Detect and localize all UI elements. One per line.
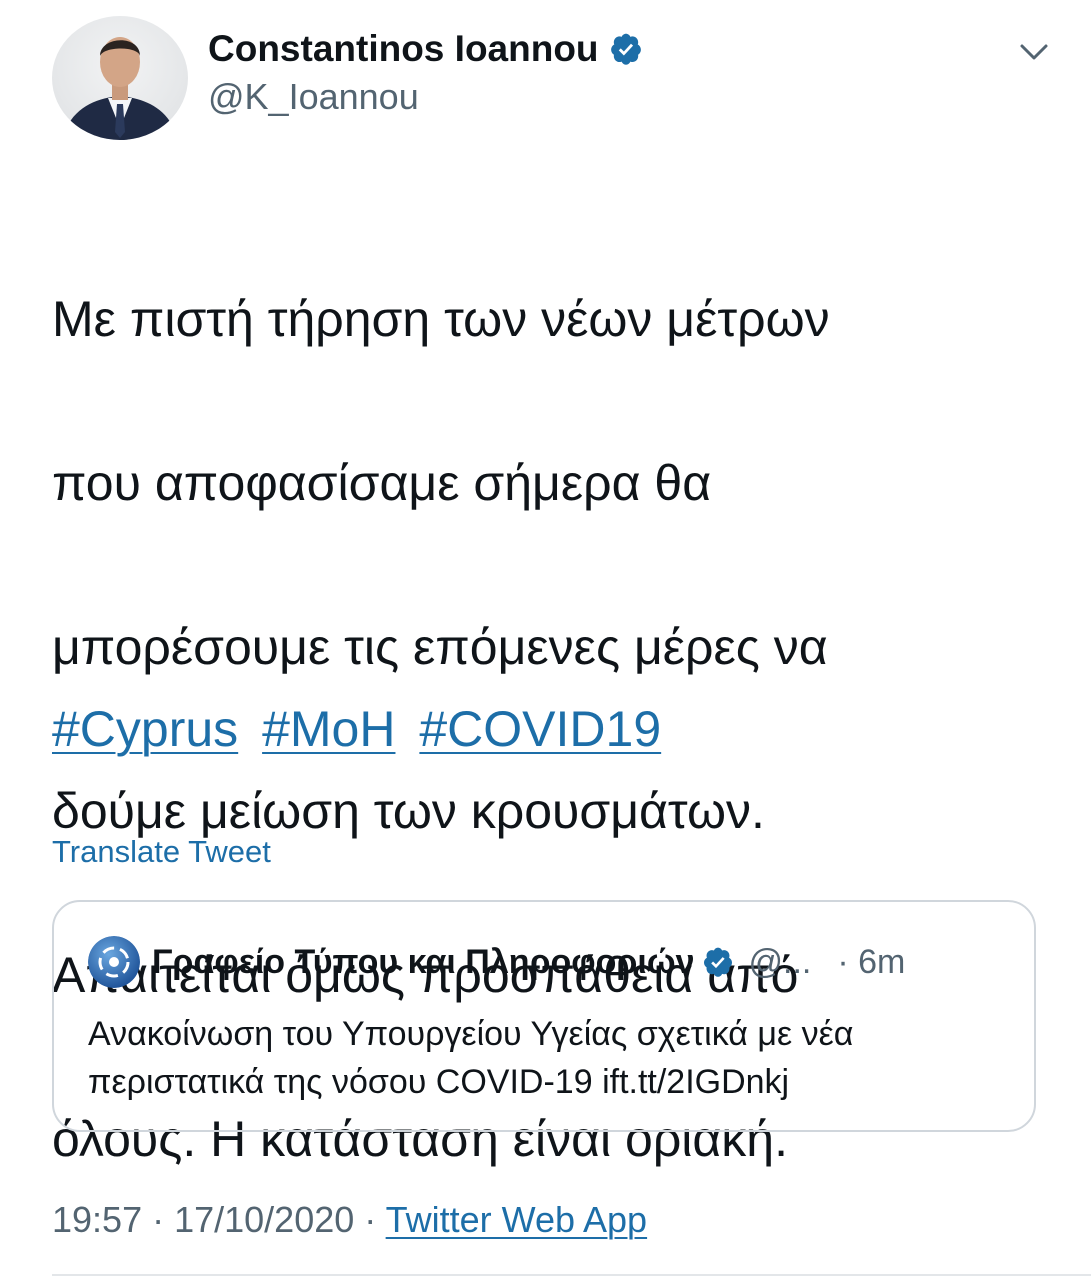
quoted-tweet-text: Ανακοίνωση του Υπουργείου Υγείας σχετικά… <box>88 1010 1018 1106</box>
tweet-line: που αποφασίσαμε σήμερα θα <box>52 455 712 511</box>
quoted-author-handle: @... <box>748 943 812 981</box>
hashtag-moh[interactable]: #MoH <box>262 701 395 757</box>
quoted-tweet-card[interactable]: Γραφείο Τύπου και Πληροφοριών @... · 6m … <box>52 900 1036 1132</box>
hashtags: #Cyprus #MoH #COVID19 <box>52 688 671 770</box>
tweet-time: 19:57 <box>52 1199 143 1240</box>
tweet-header: Constantinos Ioannou @K_Ioannou <box>52 16 1052 140</box>
meta-separator: · <box>354 1199 386 1240</box>
quoted-author-avatar[interactable] <box>88 936 140 988</box>
quoted-author-name[interactable]: Γραφείο Τύπου και Πληροφοριών <box>152 941 694 983</box>
author-handle[interactable]: @K_Ioannou <box>208 76 419 118</box>
hashtag-covid19[interactable]: #COVID19 <box>419 701 661 757</box>
author-name-row: Constantinos Ioannou <box>208 28 643 70</box>
tweet-source-app-link[interactable]: Twitter Web App <box>386 1199 647 1240</box>
quoted-tweet-header: Γραφείο Τύπου και Πληροφοριών @... · 6m <box>88 936 905 988</box>
author-avatar[interactable] <box>52 16 188 140</box>
verified-badge-icon <box>609 32 643 66</box>
tweet-line: μπορέσουμε τις επόμενες μέρες να <box>52 619 828 675</box>
chevron-down-icon[interactable] <box>1016 34 1052 70</box>
verified-badge-icon <box>702 946 734 978</box>
tweet-line: Με πιστή τήρηση των νέων μέτρων <box>52 291 830 347</box>
quoted-tweet-time: · 6m <box>837 943 906 981</box>
quoted-link[interactable]: ift.tt/2IGDnkj <box>602 1063 789 1101</box>
author-name[interactable]: Constantinos Ioannou <box>208 28 599 70</box>
tweet-date: 17/10/2020 <box>174 1199 355 1240</box>
divider <box>52 1274 1091 1276</box>
meta-separator: · <box>142 1199 175 1240</box>
translate-tweet-link[interactable]: Translate Tweet <box>52 830 271 874</box>
tweet-meta: 19:57 · 17/10/2020 · Twitter Web App <box>52 1196 647 1244</box>
hashtag-cyprus[interactable]: #Cyprus <box>52 701 238 757</box>
